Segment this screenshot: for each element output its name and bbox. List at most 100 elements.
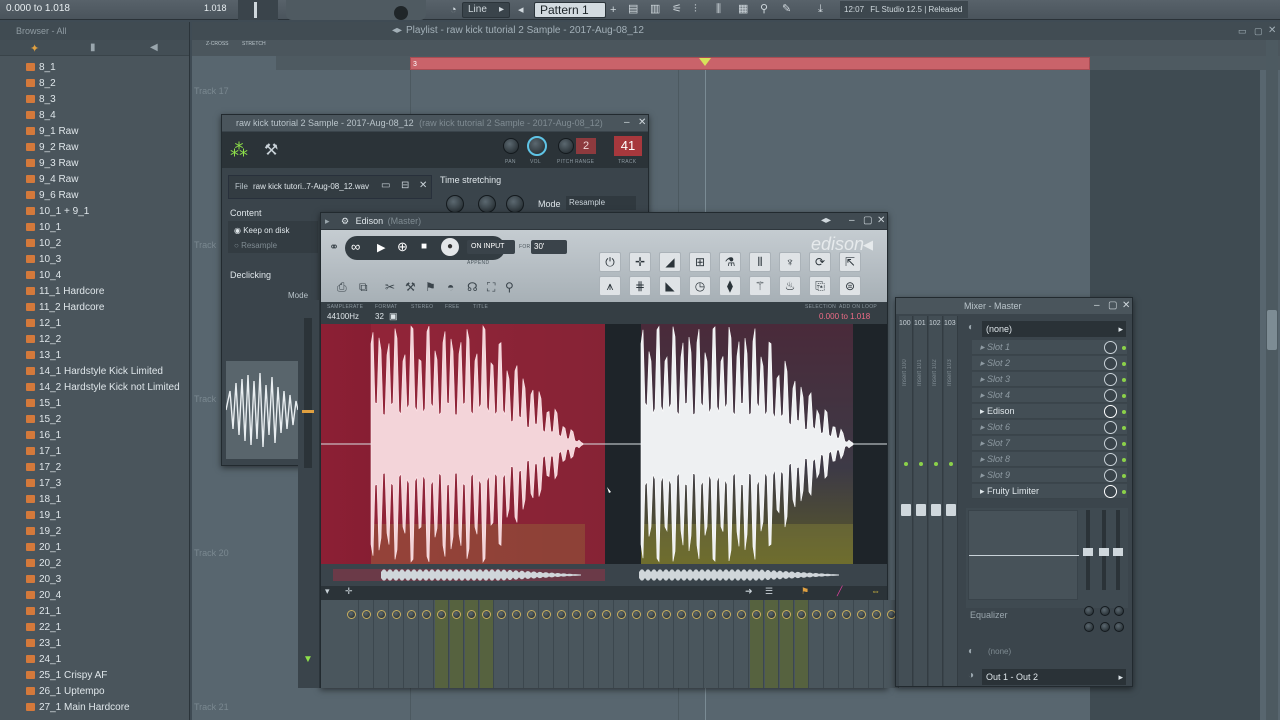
edison-gear-icon[interactable]: ⚙ (341, 216, 349, 226)
insert-pan-knob[interactable] (677, 610, 686, 619)
browser-item[interactable]: 15_2 (26, 412, 61, 428)
mixer-insert-strip[interactable] (705, 600, 719, 688)
pan-knob[interactable] (503, 138, 519, 154)
mixer-insert-strip[interactable] (420, 600, 434, 688)
mixer-insert-strip[interactable] (345, 600, 359, 688)
slot-enable-led[interactable] (1122, 474, 1126, 478)
keep-on-disk-radio[interactable]: ◉ Keep on disk (234, 226, 289, 235)
mixer-insert-strip[interactable] (630, 600, 644, 688)
insert-pan-knob[interactable] (482, 610, 491, 619)
slot-mix-knob[interactable] (1104, 421, 1117, 434)
mixer-insert-strip[interactable] (660, 600, 674, 688)
pen-icon[interactable]: ╱ (837, 586, 842, 597)
edison-nav-icon[interactable]: ◂▸ (821, 213, 831, 229)
insert-pan-knob[interactable] (752, 610, 761, 619)
edison-arrow-icon[interactable]: ▸ (325, 213, 330, 229)
edison-close-button[interactable]: ✕ (877, 213, 885, 229)
insert-pan-knob[interactable] (617, 610, 626, 619)
output-select[interactable]: Out 1 - Out 2 ▸ (982, 669, 1126, 685)
mixer-insert-strip[interactable] (390, 600, 404, 688)
insert-pan-knob[interactable] (782, 610, 791, 619)
mixer-insert-strip[interactable] (525, 600, 539, 688)
mixer-insert-strip[interactable] (720, 600, 734, 688)
insert-fader[interactable] (901, 504, 911, 516)
browser-item[interactable]: 19_2 (26, 524, 61, 540)
slot-mix-knob[interactable] (1104, 389, 1117, 402)
edison-min-button[interactable]: – (849, 213, 855, 229)
mixer-insert-strip[interactable] (645, 600, 659, 688)
pattern-select[interactable]: Pattern 1 (534, 2, 606, 18)
hand-icon[interactable]: ♨ (779, 276, 801, 296)
browser-item[interactable]: 14_1 Hardstyle Kick Limited (26, 364, 163, 380)
mixer-insert-strip[interactable] (615, 600, 629, 688)
browser-item[interactable]: 9_6 Raw (26, 188, 78, 204)
playlist-max-button[interactable]: ▢ (1254, 22, 1263, 40)
browser-item[interactable]: 17_2 (26, 460, 61, 476)
slot-enable-led[interactable] (1122, 426, 1126, 430)
insert-track[interactable]: 103 Insert 103 (944, 316, 958, 686)
sampler-waveform-preview[interactable] (225, 361, 299, 459)
insert-pan-knob[interactable] (842, 610, 851, 619)
master-arrow-icon[interactable]: ▼ (303, 654, 313, 665)
mixer-insert-strip[interactable] (375, 600, 389, 688)
browser-item[interactable]: 8_4 (26, 108, 56, 124)
tag-icon[interactable]: ✎ (782, 1, 791, 17)
stretch-time-knob[interactable] (506, 195, 524, 213)
mixer-max-button[interactable]: ▢ (1108, 298, 1117, 314)
playhead-marker[interactable] (699, 58, 711, 66)
insert-track[interactable]: 102 Insert 102 (929, 316, 943, 686)
mixer-insert-strip[interactable] (555, 600, 569, 688)
wrench-tab-icon[interactable]: ⚒ (264, 140, 278, 160)
browser-item[interactable]: 17_3 (26, 476, 61, 492)
mixer-insert-strip[interactable] (570, 600, 584, 688)
slot-mix-knob[interactable] (1104, 453, 1117, 466)
power-icon[interactable]: ⏻ (599, 252, 621, 272)
mixer-insert-strip[interactable] (825, 600, 839, 688)
insert-pan-knob[interactable] (827, 610, 836, 619)
browser-item[interactable]: 13_1 (26, 348, 61, 364)
input-select[interactable]: (none) ▸ (982, 321, 1126, 337)
metronome-icon[interactable]: ◔ (450, 2, 457, 18)
plugin-picker-icon[interactable]: ⫼ (716, 1, 721, 17)
slot-enable-led[interactable] (1122, 442, 1126, 446)
mixer-insert-strip[interactable] (435, 600, 449, 688)
pattern-add-icon[interactable]: + (610, 2, 616, 18)
insert-pan-knob[interactable] (602, 610, 611, 619)
mixer-insert-strip[interactable] (480, 600, 494, 688)
mixer-insert-strip[interactable] (855, 600, 869, 688)
browser-item[interactable]: 25_1 Crispy AF (26, 668, 107, 684)
pattern-prev-icon[interactable]: ◂ (518, 2, 524, 18)
send-value[interactable]: (none) (988, 647, 1011, 656)
insert-pan-knob[interactable] (587, 610, 596, 619)
mixer-insert-strip[interactable] (360, 600, 374, 688)
slot-mix-knob[interactable] (1104, 485, 1117, 498)
piano-roll-icon[interactable]: ▥ (650, 1, 660, 17)
mixer-insert-strip[interactable] (750, 600, 764, 688)
flag-icon[interactable]: ⚑ (801, 586, 809, 597)
ramp-icon[interactable]: ◣ (659, 276, 681, 296)
cursor-icon[interactable]: ⇱ (839, 252, 861, 272)
insert-pan-knob[interactable] (767, 610, 776, 619)
insert-pan-knob[interactable] (632, 610, 641, 619)
send-icon[interactable]: ➜ (745, 586, 753, 597)
insert-fader[interactable] (916, 504, 926, 516)
record-icon[interactable]: ● (441, 238, 459, 256)
volume-knob[interactable] (527, 136, 547, 156)
browser-item[interactable]: 19_1 (26, 508, 61, 524)
insert-led[interactable] (949, 462, 953, 466)
mixer-insert-strip[interactable] (780, 600, 794, 688)
browser-item[interactable]: 12_1 (26, 316, 61, 332)
insert-pan-knob[interactable] (407, 610, 416, 619)
range-value[interactable]: 2 (576, 138, 596, 154)
fit-icon[interactable]: ⛶ (487, 280, 495, 295)
clipboard-icon[interactable]: ⎘ (809, 276, 831, 296)
drag-icon[interactable]: ⇔ (871, 586, 880, 596)
edison-waveform[interactable] (321, 324, 887, 564)
browser-item[interactable]: 23_1 (26, 636, 61, 652)
stereo-icon[interactable]: ▣ (389, 311, 398, 322)
browser-item[interactable]: 8_2 (26, 76, 56, 92)
headphones-icon[interactable]: ☊ (467, 280, 478, 294)
slot-enable-led[interactable] (1122, 362, 1126, 366)
mixer-insert-strip[interactable] (675, 600, 689, 688)
browser-item[interactable]: 11_2 Hardcore (26, 300, 104, 316)
